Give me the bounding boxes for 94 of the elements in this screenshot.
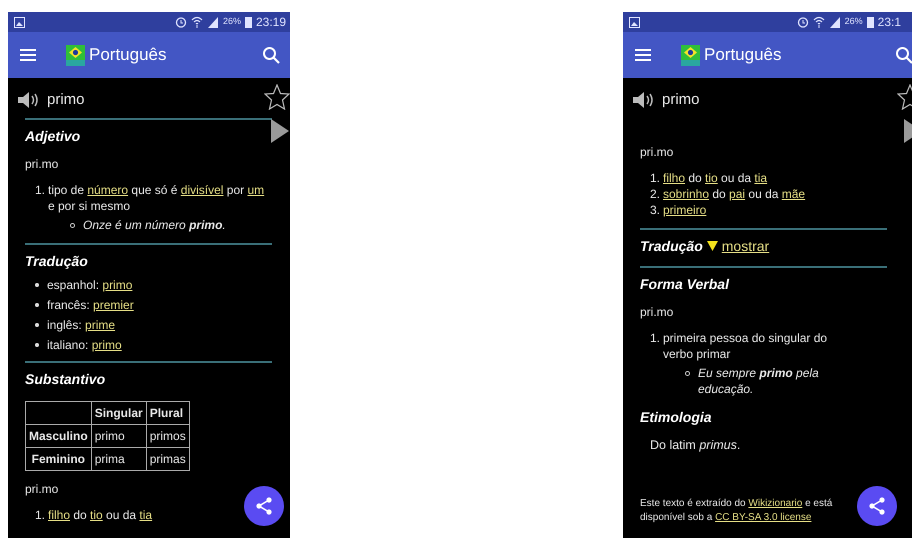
example-text: Onze é um número primo.	[83, 217, 226, 233]
menu-icon[interactable]	[20, 49, 36, 61]
bullet-icon	[70, 223, 75, 228]
share-icon	[256, 497, 272, 515]
syllable-text: pri.mo	[640, 144, 674, 161]
word-link[interactable]: pai	[729, 187, 746, 201]
syllable-text: pri.mo	[25, 156, 60, 173]
column-header: Plural	[146, 402, 190, 424]
sense-number: 1.	[650, 330, 662, 347]
row-header: Masculino	[26, 424, 92, 448]
example-text: Eu sempre primo pela educação.	[698, 365, 820, 397]
triangle-down-icon[interactable]	[706, 241, 718, 251]
bullet-icon	[35, 323, 39, 327]
word-link[interactable]: tio	[705, 171, 718, 185]
app-title: Português	[704, 44, 782, 66]
bullet-icon	[35, 283, 39, 287]
star-outline-icon[interactable]	[264, 84, 290, 110]
word-link[interactable]: primo	[102, 278, 132, 292]
word-link[interactable]: CC BY-SA 3.0 license	[715, 512, 812, 523]
table-cell: primos	[146, 424, 190, 448]
clock-text: 23:19	[256, 14, 286, 31]
definition-text: filho do tio ou da tia	[663, 171, 768, 185]
word-link[interactable]: prime	[85, 318, 116, 332]
share-button[interactable]	[857, 486, 897, 526]
word-link[interactable]: número	[87, 183, 128, 197]
alarm-icon	[796, 16, 809, 28]
sense-number: 1.	[650, 170, 662, 186]
word-link[interactable]: um	[247, 183, 264, 197]
play-icon[interactable]	[270, 118, 290, 144]
word-link[interactable]: Wikizionario	[748, 498, 802, 509]
table-cell: primo	[91, 424, 146, 448]
word-link[interactable]: tio	[90, 508, 103, 522]
speaker-icon[interactable]	[17, 91, 39, 109]
row-header: Feminino	[26, 448, 92, 470]
headword: primo	[662, 92, 700, 108]
etymology-text: Do latim primus.	[649, 437, 742, 453]
table-cell: prima	[91, 448, 146, 470]
translation-text: espanhol: primo	[47, 277, 132, 293]
clock-text: 23:1	[878, 14, 901, 31]
show-link[interactable]: mostrar	[722, 238, 770, 254]
definition-text: filho do tio ou da tia	[48, 508, 152, 522]
gallery-icon	[14, 16, 25, 28]
gallery-icon	[629, 16, 640, 28]
word-link[interactable]: sobrinho	[663, 187, 710, 201]
word-link[interactable]: divisível	[180, 183, 224, 197]
column-header: Singular	[91, 402, 146, 424]
battery-icon	[244, 16, 252, 28]
menu-icon[interactable]	[635, 49, 651, 61]
word-link[interactable]: filho	[48, 508, 70, 522]
signal-icon	[206, 16, 219, 28]
speaker-icon[interactable]	[632, 91, 654, 109]
sense-number: 1.	[35, 182, 46, 199]
search-icon[interactable]	[262, 46, 280, 64]
word-link[interactable]: tia	[754, 171, 768, 185]
license-text: Este texto é extraído do Wikizionario e está disponível sob a CC BY-SA 3.0 license	[640, 497, 834, 525]
app-title: Português	[89, 44, 168, 66]
battery-icon	[866, 16, 874, 28]
wifi-icon	[190, 16, 203, 28]
sense-number: 3.	[650, 202, 662, 218]
definition-text: sobrinho do pai ou da mãe	[663, 187, 806, 201]
section-heading: Tradução	[640, 238, 703, 254]
syllable-text: pri.mo	[640, 304, 674, 321]
section-heading: Substantivo	[25, 371, 106, 387]
alarm-icon	[174, 16, 187, 28]
table-cell: primas	[146, 448, 190, 470]
battery-text: 26%	[222, 15, 241, 28]
section-heading: Tradução	[25, 253, 88, 269]
section-heading: Adjetivo	[25, 128, 80, 144]
headword: primo	[47, 92, 85, 108]
bullet-icon	[685, 371, 690, 376]
translation-text: italiano: primo	[47, 337, 122, 353]
translation-text: inglês: prime	[47, 317, 116, 333]
translation-text: francês: premier	[47, 297, 134, 313]
search-icon[interactable]	[895, 46, 912, 64]
sense-number: 1.	[35, 507, 46, 523]
bullet-icon	[35, 303, 39, 307]
word-link[interactable]: mãe	[782, 187, 806, 201]
share-button[interactable]	[244, 486, 284, 526]
word-link[interactable]: premier	[93, 298, 134, 312]
word-link[interactable]: tia	[139, 508, 152, 522]
word-link[interactable]: filho	[663, 171, 686, 185]
wifi-icon	[812, 16, 825, 28]
flag-book-icon	[64, 43, 86, 67]
bullet-icon	[35, 343, 39, 347]
signal-icon	[828, 16, 841, 28]
sense-number: 2.	[650, 186, 662, 202]
word-link[interactable]: primo	[92, 338, 122, 352]
flag-book-icon	[679, 43, 701, 67]
share-icon	[869, 497, 885, 515]
battery-text: 26%	[844, 15, 863, 28]
syllable-text: pri.mo	[25, 481, 60, 498]
section-heading: Forma Verbal	[640, 276, 729, 292]
section-heading: Etimologia	[640, 409, 712, 425]
word-link[interactable]: primeiro	[663, 203, 706, 217]
